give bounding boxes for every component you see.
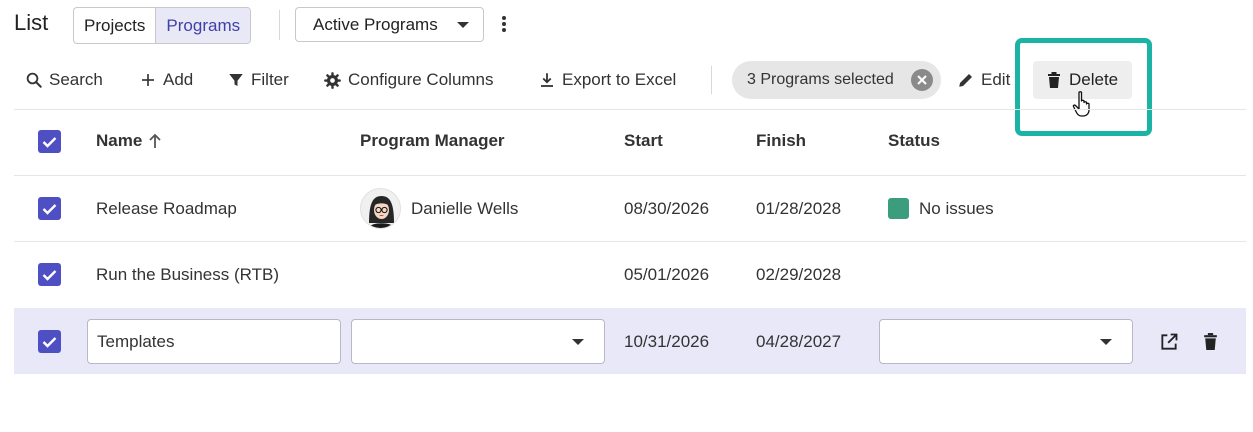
- edit-label: Edit: [981, 70, 1011, 89]
- start-date: 10/31/2026: [624, 332, 710, 351]
- delete-highlight-box: [1015, 38, 1152, 136]
- check-icon: [42, 336, 57, 348]
- tab-projects[interactable]: Projects: [74, 8, 157, 43]
- download-icon: [541, 73, 553, 87]
- page-title: List: [14, 10, 49, 35]
- row-name[interactable]: Run the Business (RTB): [96, 265, 279, 285]
- sort-ascending-icon: [149, 133, 161, 148]
- filter-icon: [229, 74, 243, 86]
- filter-label: Filter: [251, 70, 289, 89]
- finish-date: 04/28/2027: [756, 332, 842, 351]
- chevron-down-icon: [457, 21, 469, 28]
- column-header-start[interactable]: Start: [624, 131, 663, 151]
- status-select[interactable]: [879, 319, 1133, 364]
- edit-button[interactable]: Edit: [957, 64, 1010, 96]
- avatar: [360, 188, 401, 229]
- header-divider: [279, 10, 280, 40]
- trash-icon[interactable]: [1203, 332, 1218, 351]
- more-options-icon[interactable]: [499, 14, 509, 34]
- name-input[interactable]: Templates: [87, 319, 341, 364]
- program-manager-name: Danielle Wells: [411, 199, 519, 218]
- status-indicator: [888, 198, 909, 219]
- search-button[interactable]: Search: [25, 64, 103, 96]
- hand-cursor-icon: [1072, 91, 1090, 117]
- check-icon: [42, 269, 57, 281]
- toolbar-divider: [711, 66, 712, 94]
- check-icon: [42, 136, 57, 148]
- pencil-icon: [959, 74, 972, 87]
- check-icon: [42, 203, 57, 215]
- select-all-checkbox[interactable]: [38, 130, 61, 153]
- open-external-icon[interactable]: [1159, 332, 1179, 352]
- finish-date: 02/29/2028: [756, 265, 842, 284]
- row-checkbox[interactable]: [38, 330, 61, 353]
- tab-programs[interactable]: Programs: [156, 8, 251, 43]
- configure-columns-button[interactable]: Configure Columns: [323, 64, 494, 96]
- search-label: Search: [49, 70, 103, 89]
- search-icon: [26, 72, 42, 88]
- column-header-status[interactable]: Status: [888, 131, 940, 151]
- selection-chip-label: 3 Programs selected: [747, 71, 894, 88]
- chevron-down-icon: [1100, 338, 1112, 345]
- row-checkbox[interactable]: [38, 263, 61, 286]
- export-excel-button[interactable]: Export to Excel: [538, 64, 676, 96]
- add-button[interactable]: Add: [139, 64, 193, 96]
- row-checkbox[interactable]: [38, 197, 61, 220]
- start-date: 05/01/2026: [624, 265, 710, 284]
- status-label: No issues: [919, 199, 994, 218]
- divider: [14, 241, 1246, 242]
- column-header-name[interactable]: Name: [96, 131, 162, 151]
- plus-icon: [142, 74, 154, 86]
- saved-view-select[interactable]: Active Programs: [295, 7, 484, 42]
- chevron-down-icon: [572, 338, 584, 345]
- column-header-label: Name: [96, 131, 143, 150]
- start-date: 08/30/2026: [624, 199, 710, 218]
- add-label: Add: [163, 70, 194, 89]
- divider: [14, 109, 1246, 110]
- column-header-program-manager[interactable]: Program Manager: [360, 131, 505, 151]
- configure-columns-label: Configure Columns: [348, 70, 494, 89]
- finish-date: 01/28/2028: [756, 199, 842, 218]
- clear-selection-icon[interactable]: [911, 69, 933, 91]
- name-input-value: Templates: [97, 331, 175, 351]
- saved-view-label: Active Programs: [313, 14, 438, 34]
- program-manager-select[interactable]: [351, 319, 605, 364]
- filter-button[interactable]: Filter: [227, 64, 289, 96]
- gear-icon: [324, 71, 341, 89]
- divider: [14, 175, 1246, 176]
- selection-chip: 3 Programs selected: [732, 61, 941, 99]
- row-name[interactable]: Release Roadmap: [96, 199, 237, 219]
- export-excel-label: Export to Excel: [562, 70, 677, 89]
- column-header-finish[interactable]: Finish: [756, 131, 806, 151]
- view-type-toggle: Projects Programs: [73, 7, 252, 44]
